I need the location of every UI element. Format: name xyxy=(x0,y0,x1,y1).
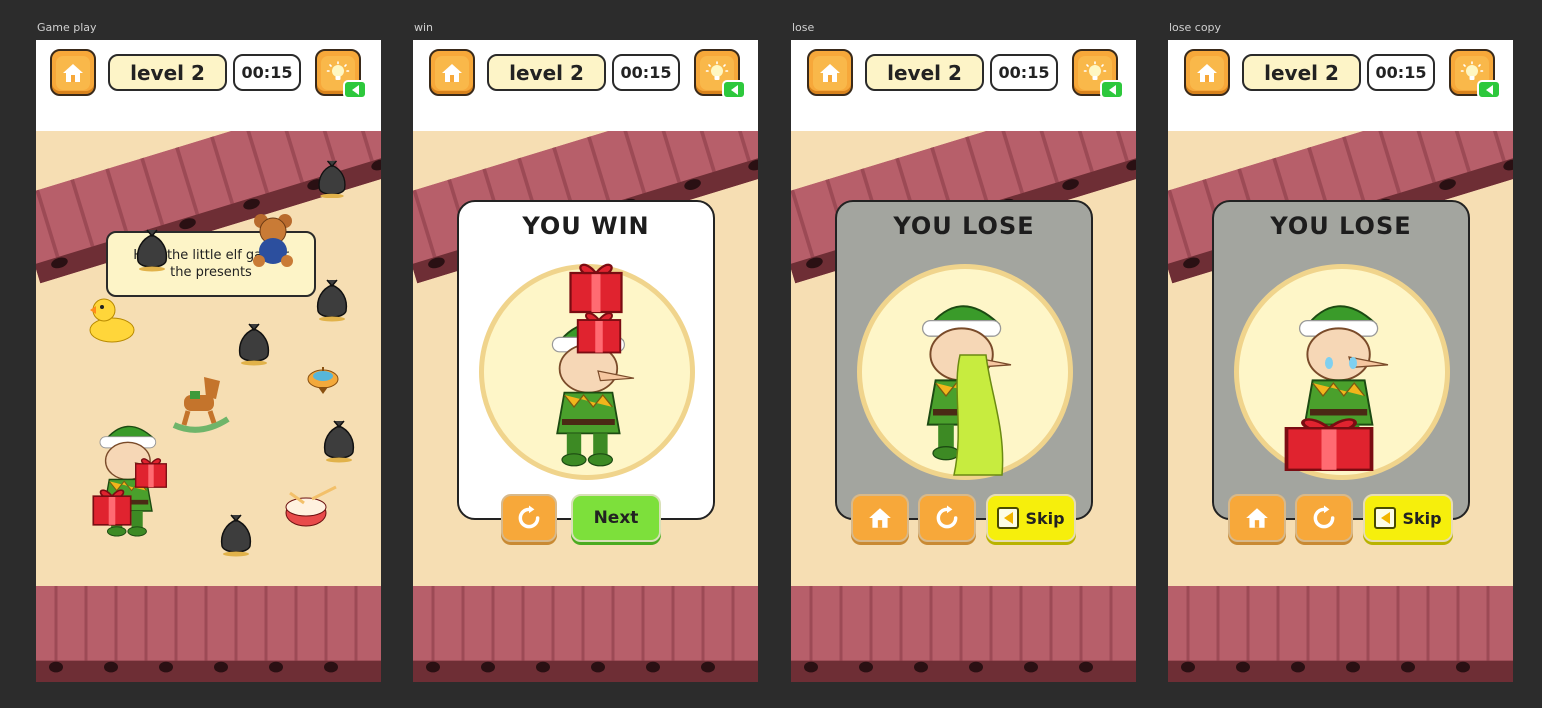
game-board: Help the little elf gather the presents xyxy=(36,131,381,682)
skip-label: Skip xyxy=(1025,508,1065,528)
trash-bag-icon[interactable] xyxy=(314,158,350,198)
result-medallion xyxy=(857,264,1073,480)
skip-button[interactable]: Skip xyxy=(986,494,1076,542)
replay-button[interactable] xyxy=(501,494,557,542)
replay-icon xyxy=(1311,505,1337,531)
sick-elf-icon xyxy=(921,305,1012,476)
lose-dialog: YOU LOSE xyxy=(835,200,1093,520)
replay-button[interactable] xyxy=(1295,494,1353,542)
play-triangle-icon xyxy=(730,84,738,95)
hint-video-badge[interactable] xyxy=(1100,80,1124,99)
result-medallion xyxy=(479,264,695,480)
hint-video-badge[interactable] xyxy=(1477,80,1501,99)
result-medallion xyxy=(1234,264,1450,480)
level-indicator: level 2 xyxy=(865,54,984,91)
skip-button[interactable]: Skip xyxy=(1363,494,1453,542)
gift-icon xyxy=(133,453,169,489)
screen-lose-copy: YOU LOSE Skip level 2 00:15 xyxy=(1168,40,1513,682)
home-button[interactable] xyxy=(50,49,96,96)
screen-win: YOU WIN Next level 2 00:15 xyxy=(413,40,758,682)
home-button[interactable] xyxy=(851,494,909,542)
play-triangle-icon xyxy=(1108,84,1116,95)
dialog-title: YOU WIN xyxy=(522,212,650,240)
rocking-horse-icon[interactable] xyxy=(168,371,232,433)
win-dialog: YOU WIN xyxy=(457,200,715,520)
screen-label-lose: lose xyxy=(792,21,815,34)
play-triangle-icon xyxy=(1485,84,1493,95)
trash-bag-icon[interactable] xyxy=(216,511,256,557)
replay-icon xyxy=(934,505,960,531)
screen-label-win: win xyxy=(414,21,434,34)
trash-bag-icon[interactable] xyxy=(234,320,274,366)
home-icon xyxy=(867,505,893,531)
carried-gift-icon xyxy=(90,483,134,527)
home-icon xyxy=(1195,61,1219,85)
home-button[interactable] xyxy=(429,49,475,96)
replay-button[interactable] xyxy=(918,494,976,542)
skip-label: Skip xyxy=(1402,508,1442,528)
screen-lose: YOU LOSE Skip level 2 00:15 xyxy=(791,40,1136,682)
home-icon xyxy=(61,61,85,85)
timer-display: 00:15 xyxy=(990,54,1058,91)
teddy-bear-icon[interactable] xyxy=(251,211,295,267)
home-icon xyxy=(1244,505,1270,531)
skip-back-icon xyxy=(997,507,1020,529)
screen-gameplay: Help the little elf gather the presents xyxy=(36,40,381,682)
rubber-duck-icon[interactable] xyxy=(86,294,136,344)
dropped-gift-icon xyxy=(1279,409,1379,473)
top-bar: level 2 00:15 xyxy=(36,40,381,131)
top-bar: level 2 00:15 xyxy=(791,40,1136,131)
timer-display: 00:15 xyxy=(612,54,680,91)
timer-display: 00:15 xyxy=(233,54,301,91)
replay-icon xyxy=(516,505,542,531)
top-bar: level 2 00:15 xyxy=(413,40,758,131)
home-button[interactable] xyxy=(1184,49,1230,96)
home-icon xyxy=(818,61,842,85)
home-button[interactable] xyxy=(807,49,853,96)
dialog-title: YOU LOSE xyxy=(1270,212,1412,240)
top-bar: level 2 00:15 xyxy=(1168,40,1513,131)
hint-video-badge[interactable] xyxy=(722,80,746,99)
level-indicator: level 2 xyxy=(108,54,227,91)
hint-video-badge[interactable] xyxy=(343,80,367,99)
screen-label-gameplay: Game play xyxy=(37,21,97,34)
screen-label-lose-copy: lose copy xyxy=(1169,21,1222,34)
level-indicator: level 2 xyxy=(1242,54,1361,91)
level-indicator: level 2 xyxy=(487,54,606,91)
trash-bag-icon[interactable] xyxy=(132,226,172,272)
dialog-title: YOU LOSE xyxy=(893,212,1035,240)
home-button[interactable] xyxy=(1228,494,1286,542)
trash-bag-icon[interactable] xyxy=(312,276,352,322)
spinning-top-icon[interactable] xyxy=(306,365,340,395)
home-icon xyxy=(440,61,464,85)
trash-bag-icon[interactable] xyxy=(319,417,359,463)
drum-icon[interactable] xyxy=(282,483,338,529)
timer-display: 00:15 xyxy=(1367,54,1435,91)
gift-icon xyxy=(564,305,634,355)
skip-back-icon xyxy=(1374,507,1397,529)
lose-dialog: YOU LOSE xyxy=(1212,200,1470,520)
next-button[interactable]: Next xyxy=(571,494,661,542)
play-triangle-icon xyxy=(351,84,359,95)
